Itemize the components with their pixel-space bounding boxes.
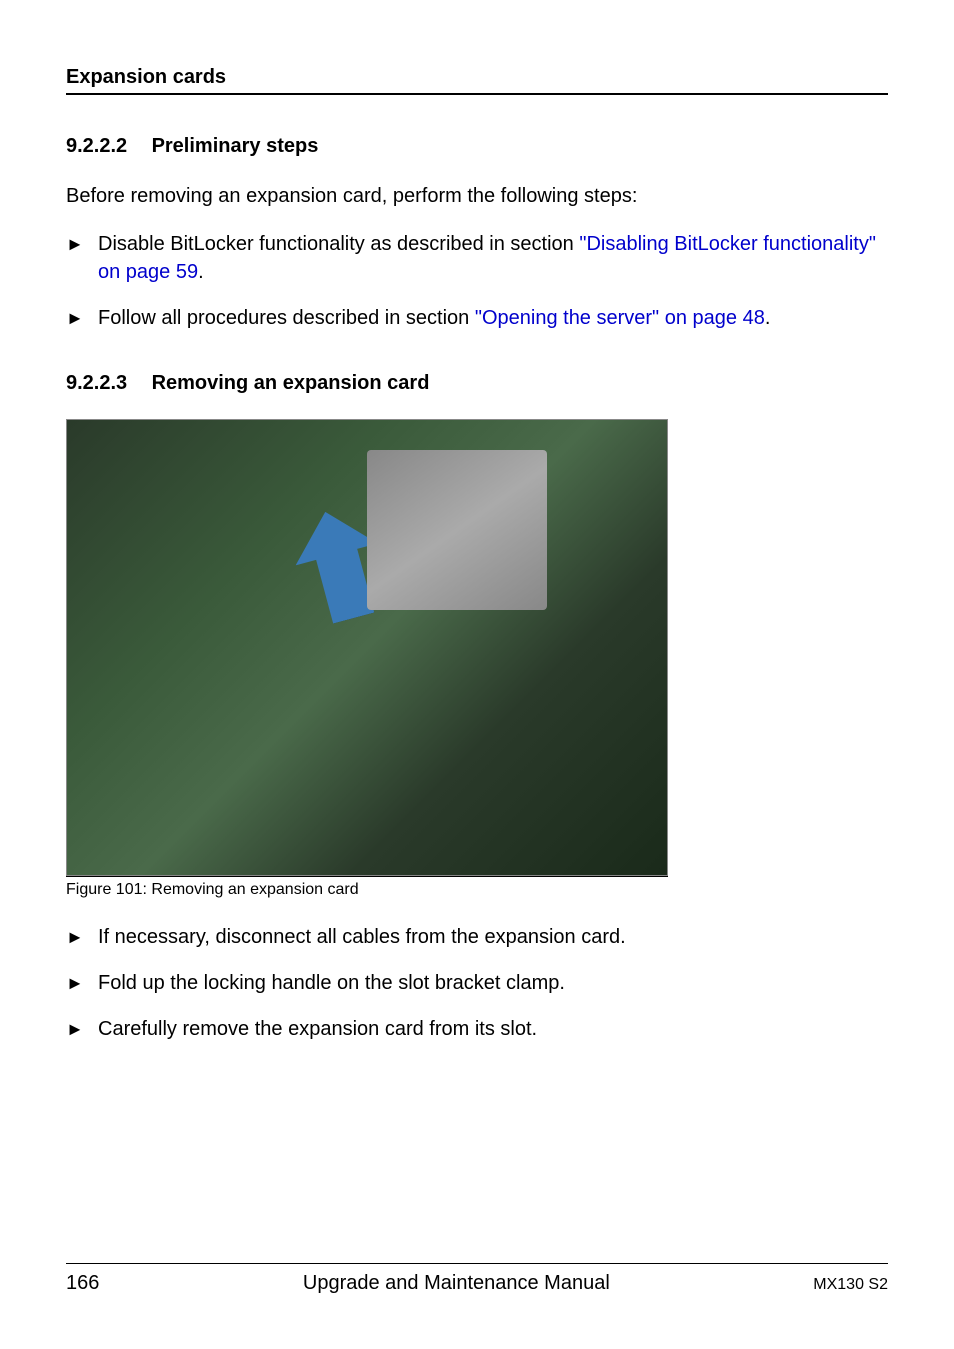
list-item: ► Fold up the locking handle on the slot… xyxy=(66,969,888,997)
section-number: 9.2.2.2 xyxy=(66,135,146,158)
section-heading-removing: 9.2.2.3 Removing an expansion card xyxy=(66,372,888,395)
header-title: Expansion cards xyxy=(66,66,888,89)
list-item: ► Disable BitLocker functionality as des… xyxy=(66,230,888,286)
section-heading-preliminary: 9.2.2.2 Preliminary steps xyxy=(66,135,888,158)
section-number: 9.2.2.3 xyxy=(66,372,146,395)
figure-container: Figure 101: Removing an expansion card xyxy=(66,419,888,899)
page-header: Expansion cards xyxy=(66,66,888,95)
triangle-bullet-icon: ► xyxy=(66,969,98,996)
bullet-content: Carefully remove the expansion card from… xyxy=(98,1015,888,1043)
text-suffix: . xyxy=(765,307,771,329)
text-prefix: Disable BitLocker functionality as descr… xyxy=(98,233,579,255)
header-rule xyxy=(66,93,888,95)
section-title: Removing an expansion card xyxy=(152,372,430,394)
page-footer: 166 Upgrade and Maintenance Manual MX130… xyxy=(66,1263,888,1295)
bullet-content: Follow all procedures described in secti… xyxy=(98,304,888,332)
triangle-bullet-icon: ► xyxy=(66,923,98,950)
footer-document-title: Upgrade and Maintenance Manual xyxy=(99,1272,813,1295)
intro-paragraph: Before removing an expansion card, perfo… xyxy=(66,182,888,210)
section-title: Preliminary steps xyxy=(152,135,319,157)
link-opening-server[interactable]: "Opening the server" on page 48 xyxy=(475,307,765,329)
figure-caption: Figure 101: Removing an expansion card xyxy=(66,876,668,899)
footer-model: MX130 S2 xyxy=(813,1276,888,1294)
triangle-bullet-icon: ► xyxy=(66,1015,98,1042)
list-item: ► Follow all procedures described in sec… xyxy=(66,304,888,332)
bullet-content: Fold up the locking handle on the slot b… xyxy=(98,969,888,997)
bullet-content: Disable BitLocker functionality as descr… xyxy=(98,230,888,286)
preliminary-steps-list: ► Disable BitLocker functionality as des… xyxy=(66,230,888,332)
bullet-content: If necessary, disconnect all cables from… xyxy=(98,923,888,951)
footer-page-number: 166 xyxy=(66,1272,99,1295)
triangle-bullet-icon: ► xyxy=(66,230,98,257)
list-item: ► If necessary, disconnect all cables fr… xyxy=(66,923,888,951)
text-suffix: . xyxy=(198,261,204,283)
list-item: ► Carefully remove the expansion card fr… xyxy=(66,1015,888,1043)
figure-image-motherboard xyxy=(66,419,668,876)
triangle-bullet-icon: ► xyxy=(66,304,98,331)
text-prefix: Follow all procedures described in secti… xyxy=(98,307,475,329)
removal-steps-list: ► If necessary, disconnect all cables fr… xyxy=(66,923,888,1043)
